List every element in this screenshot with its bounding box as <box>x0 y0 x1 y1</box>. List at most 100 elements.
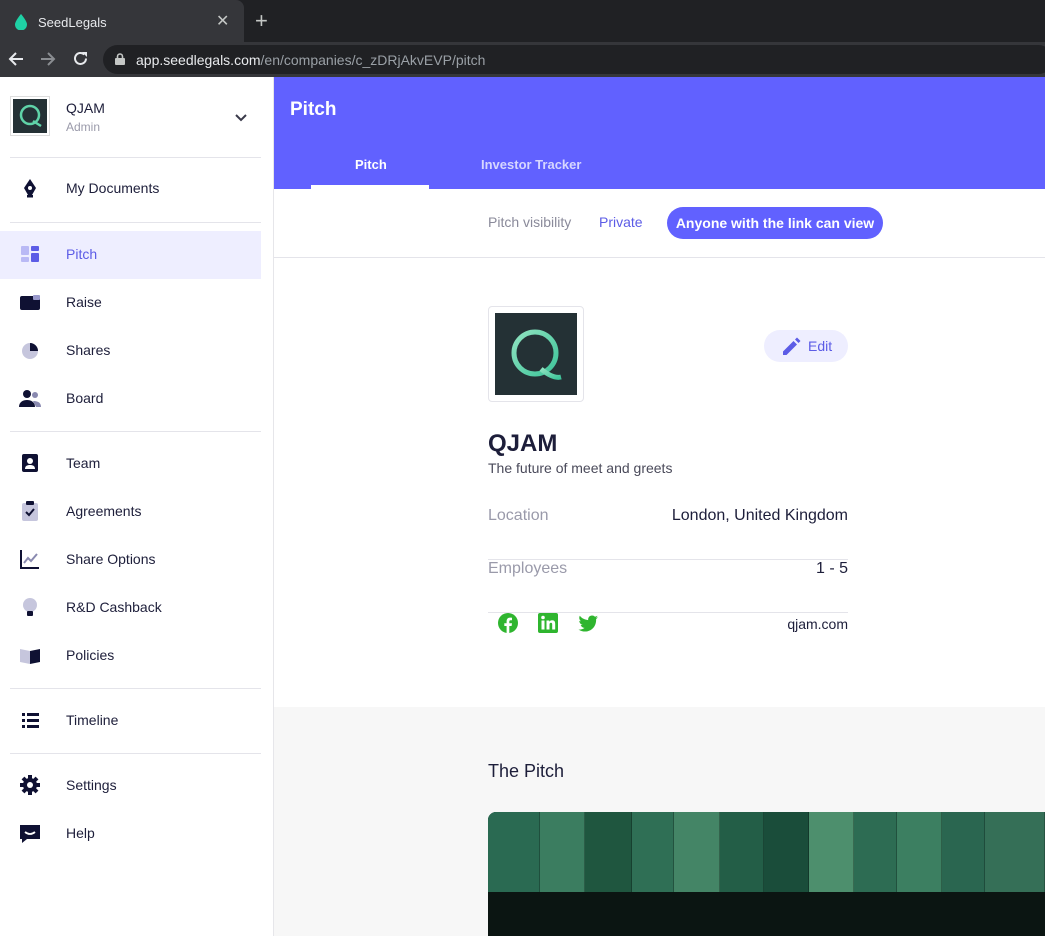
reload-icon[interactable] <box>72 50 89 67</box>
location-value: London, United Kingdom <box>671 507 848 524</box>
line-chart-icon <box>20 550 39 569</box>
sidebar: QJAM Admin My Documents Pitch Raise Shar… <box>0 77 274 936</box>
page-header: Pitch Pitch Investor Tracker <box>274 77 1045 189</box>
pen-nib-icon <box>24 179 36 198</box>
sidebar-item-settings[interactable]: Settings <box>0 762 261 810</box>
video-tile <box>488 812 540 892</box>
video-tile <box>540 812 585 892</box>
divider <box>10 222 261 223</box>
close-tab-icon[interactable]: ✕ <box>216 11 229 31</box>
people-icon <box>19 390 41 407</box>
tab-pitch[interactable]: Pitch <box>355 157 387 172</box>
pitch-visibility-label: Pitch visibility <box>488 214 572 230</box>
location-row: Location London, United Kingdom <box>488 507 848 560</box>
company-logo <box>11 97 49 135</box>
sidebar-item-share-options[interactable]: Share Options <box>0 536 261 584</box>
divider <box>10 431 261 432</box>
company-role: Admin <box>66 120 101 134</box>
pitch-visibility-bar: Pitch visibility Private Anyone with the… <box>274 189 1045 258</box>
qjam-logo-icon <box>511 329 562 380</box>
divider <box>10 157 261 158</box>
video-thumbnail <box>488 812 1045 892</box>
sidebar-item-my-documents[interactable]: My Documents <box>0 165 261 213</box>
back-arrow-icon[interactable] <box>8 51 24 67</box>
sidebar-item-policies[interactable]: Policies <box>0 632 261 680</box>
sidebar-item-pitch[interactable]: Pitch <box>0 231 261 279</box>
sidebar-item-label: Board <box>66 390 104 406</box>
new-tab-icon[interactable]: + <box>255 8 268 34</box>
chat-icon <box>20 825 40 843</box>
company-logo-large <box>488 306 584 402</box>
sidebar-item-label: Share Options <box>66 551 156 567</box>
tab-investor-tracker[interactable]: Investor Tracker <box>481 157 581 172</box>
sidebar-item-label: Shares <box>66 342 111 358</box>
video-tile <box>585 812 632 892</box>
pitch-icon <box>21 246 39 262</box>
sidebar-item-label: My Documents <box>66 180 160 196</box>
wallet-icon <box>20 295 40 310</box>
url-text: app.seedlegals.com/en/companies/c_zDRjAk… <box>136 52 486 68</box>
twitter-icon[interactable] <box>577 612 599 634</box>
sidebar-item-label: Pitch <box>66 246 98 262</box>
location-label: Location <box>488 507 549 524</box>
video-tile <box>632 812 674 892</box>
sidebar-item-label: Raise <box>66 294 102 310</box>
company-name: QJAM <box>66 100 105 116</box>
video-tile <box>897 812 942 892</box>
sidebar-item-label: Settings <box>66 777 117 793</box>
video-tile <box>985 812 1045 892</box>
seedlegals-favicon-icon <box>15 14 27 30</box>
sidebar-item-board[interactable]: Board <box>0 375 261 423</box>
forward-arrow-icon[interactable] <box>40 51 56 67</box>
website-link[interactable]: qjam.com <box>786 616 848 632</box>
sidebar-item-shares[interactable]: Shares <box>0 327 261 375</box>
divider <box>10 688 261 689</box>
sidebar-item-label: Policies <box>66 647 115 663</box>
pitch-section: The Pitch <box>274 707 1045 936</box>
qjam-logo-icon <box>19 104 42 128</box>
pencil-icon <box>783 337 801 355</box>
sidebar-item-timeline[interactable]: Timeline <box>0 697 261 745</box>
browser-toolbar: app.seedlegals.com/en/companies/c_zDRjAk… <box>0 42 1045 77</box>
sidebar-item-label: Agreements <box>66 503 142 519</box>
edit-label: Edit <box>808 338 833 354</box>
video-tile <box>942 812 985 892</box>
facebook-icon[interactable] <box>497 612 519 634</box>
sidebar-item-label: Help <box>66 825 95 841</box>
sidebar-item-rd-cashback[interactable]: R&D Cashback <box>0 584 261 632</box>
chevron-down-icon[interactable] <box>234 113 248 123</box>
sidebar-item-team[interactable]: Team <box>0 440 261 488</box>
sidebar-item-label: Team <box>66 455 101 471</box>
sidebar-item-label: R&D Cashback <box>66 599 162 615</box>
linkedin-icon[interactable] <box>537 612 559 634</box>
employees-label: Employees <box>488 560 568 577</box>
sidebar-item-agreements[interactable]: Agreements <box>0 488 261 536</box>
company-profile: Edit QJAM The future of meet and greets … <box>274 258 1045 707</box>
sidebar-item-raise[interactable]: Raise <box>0 279 261 327</box>
pitch-section-title: The Pitch <box>488 761 565 781</box>
lightbulb-icon <box>23 598 37 616</box>
private-option[interactable]: Private <box>599 214 643 230</box>
browser-tab[interactable]: SeedLegals ✕ <box>0 0 244 42</box>
employees-value: 1 - 5 <box>815 560 848 577</box>
tab-title: SeedLegals <box>38 15 107 30</box>
company-name-heading: QJAM <box>488 430 558 457</box>
list-icon <box>22 713 39 728</box>
lock-icon <box>115 53 125 65</box>
video-tile <box>720 812 764 892</box>
address-bar[interactable]: app.seedlegals.com/en/companies/c_zDRjAk… <box>103 45 1045 74</box>
company-tagline: The future of meet and greets <box>488 460 673 476</box>
browser-tab-strip: SeedLegals ✕ + <box>0 0 1045 42</box>
video-tile <box>809 812 854 892</box>
contact-card-icon <box>22 454 38 472</box>
divider <box>10 753 261 754</box>
sidebar-item-label: Timeline <box>66 712 119 728</box>
company-switcher[interactable]: QJAM Admin <box>0 77 273 158</box>
edit-button[interactable]: Edit <box>764 330 848 362</box>
pie-chart-icon <box>22 343 38 359</box>
book-icon <box>20 649 40 664</box>
link-visibility-option[interactable]: Anyone with the link can view <box>667 207 883 239</box>
video-tile <box>764 812 809 892</box>
sidebar-item-help[interactable]: Help <box>0 810 261 858</box>
pitch-video[interactable] <box>488 812 1045 936</box>
